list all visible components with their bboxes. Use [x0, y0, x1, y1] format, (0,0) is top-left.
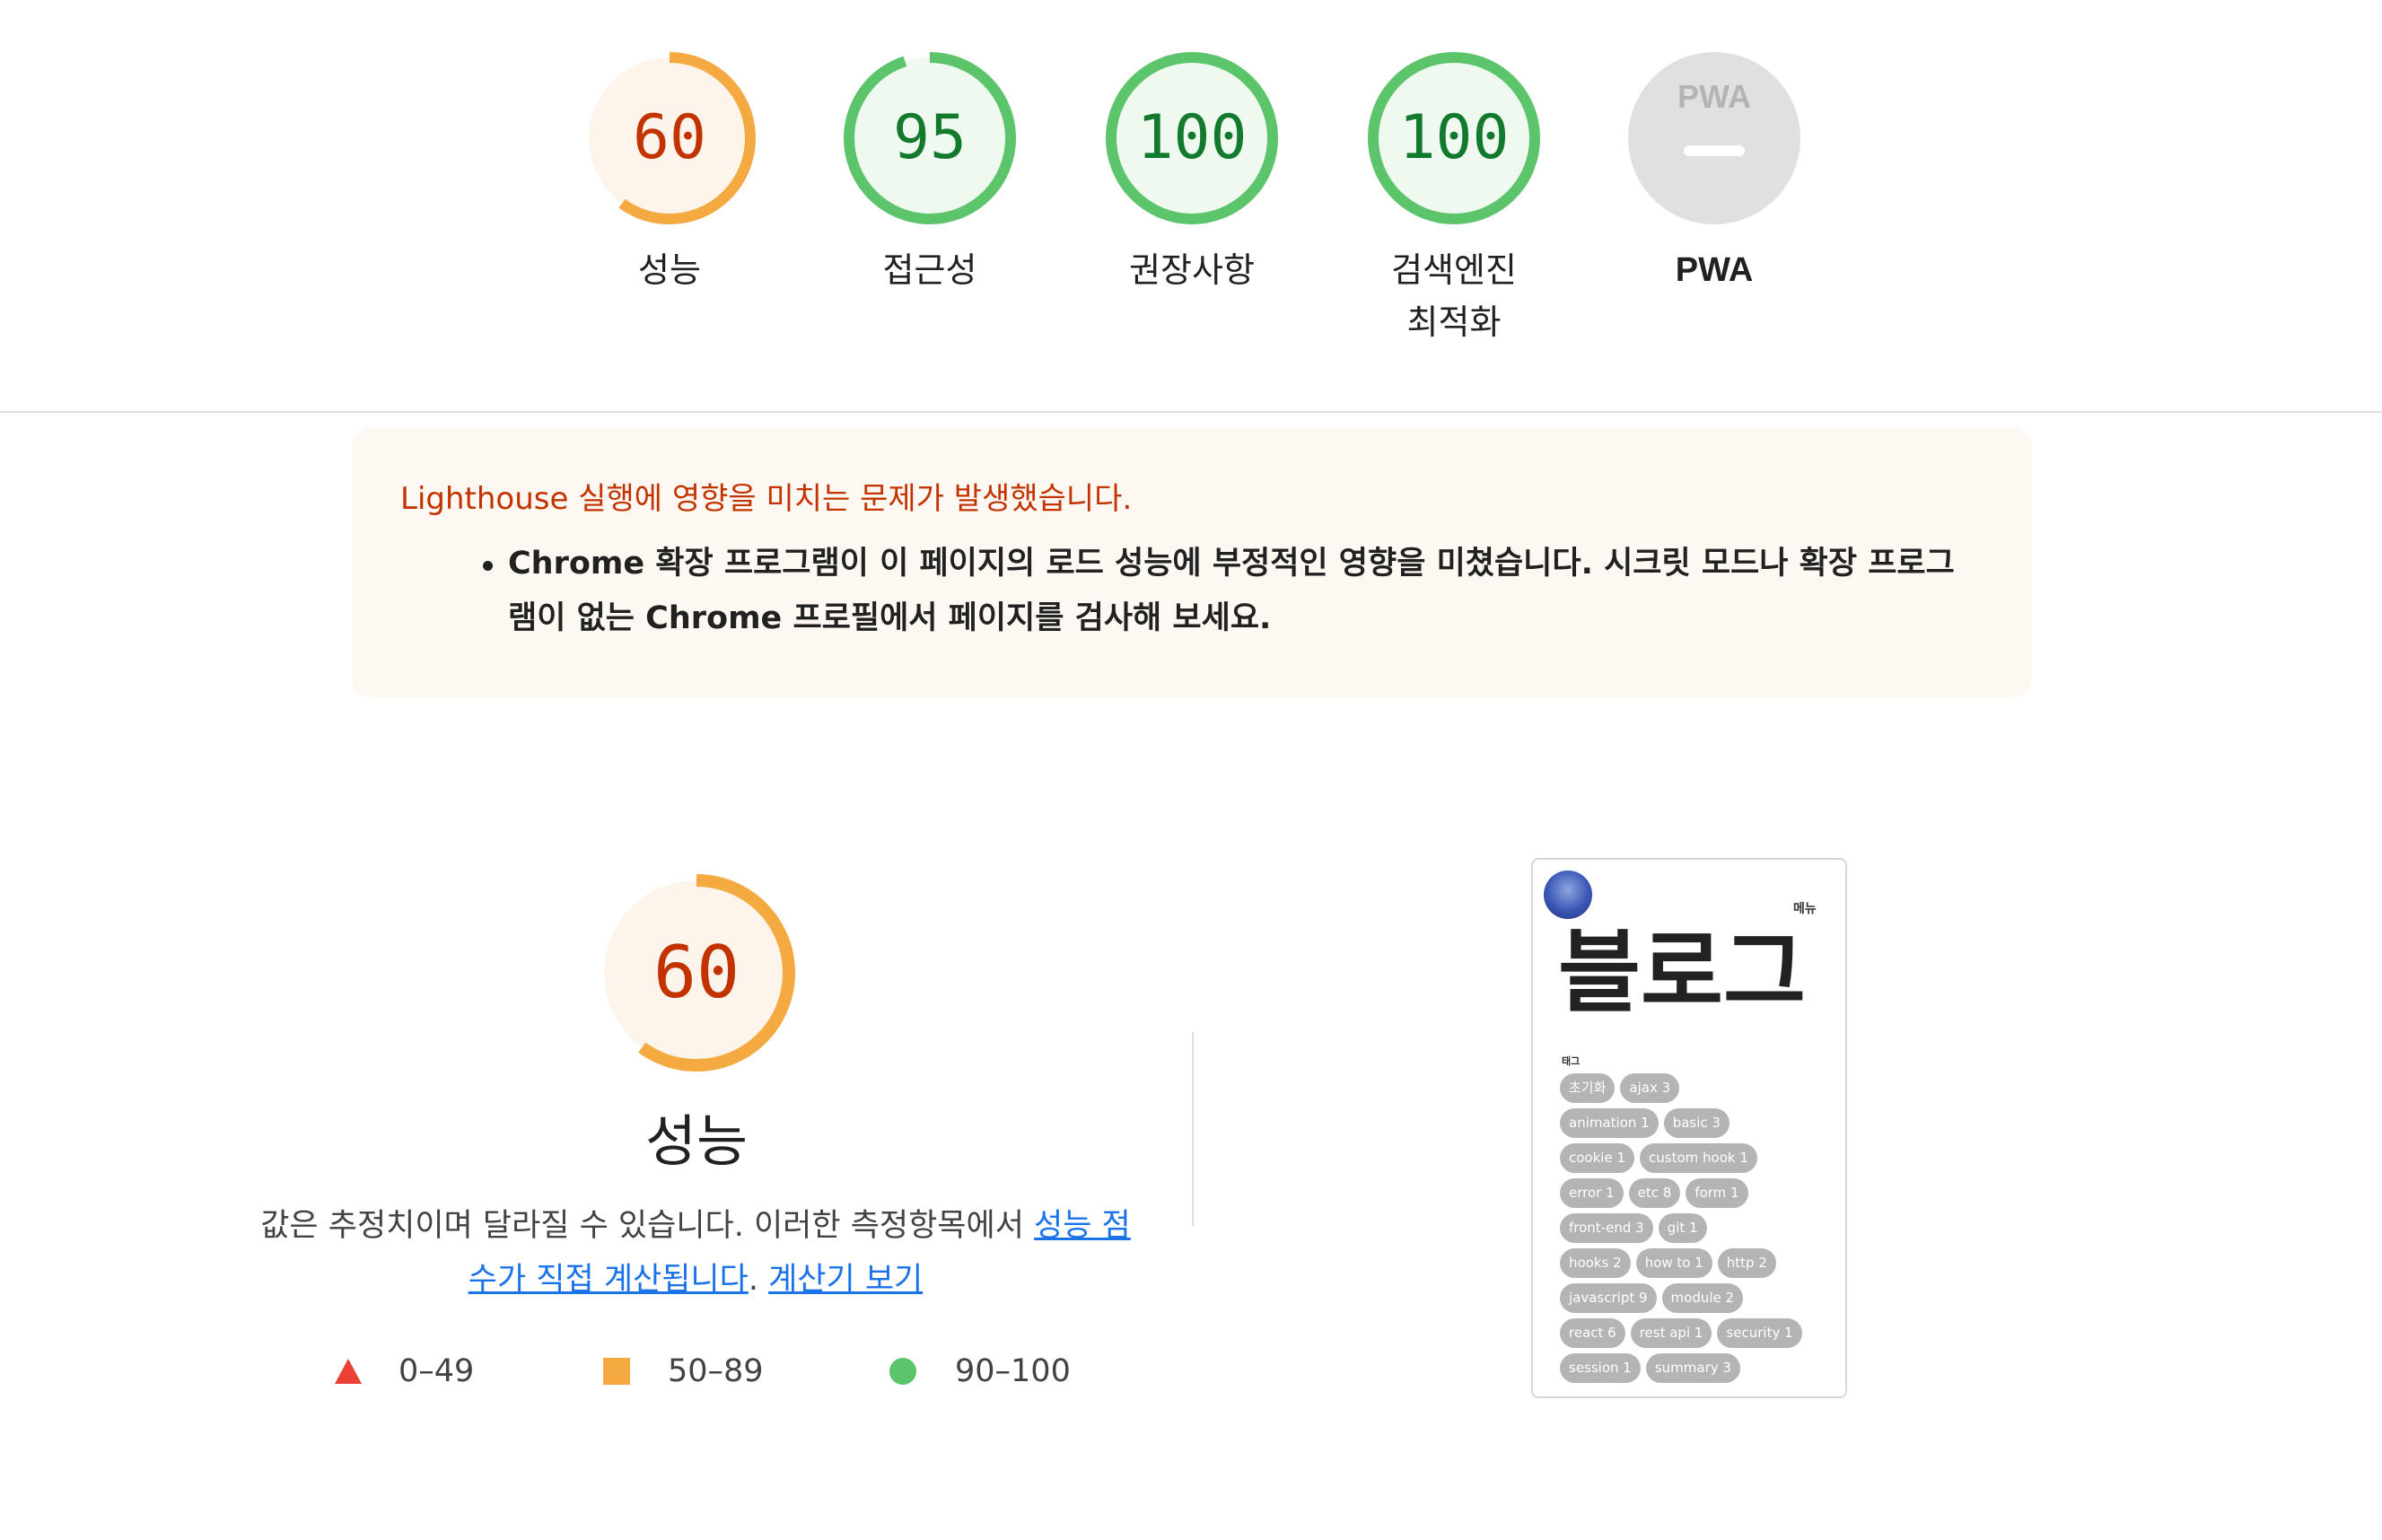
tag-row: error 1 etc 8 form 1	[1560, 1178, 1829, 1208]
performance-detail-gauge: 60	[596, 872, 797, 1073]
square-icon	[603, 1358, 630, 1385]
performance-detail-score: 60	[652, 931, 740, 1014]
tag-chip: 초기화	[1560, 1073, 1616, 1103]
tag-row: javascript 9 module 2	[1560, 1283, 1829, 1313]
legend-pass: 90–100	[889, 1353, 1071, 1389]
gauge-accessibility[interactable]: 95 접근성	[831, 50, 1029, 296]
tag-chip: javascript 9	[1560, 1283, 1657, 1313]
tag-chip: animation 1	[1560, 1108, 1659, 1138]
menu-label: 메뉴	[1793, 902, 1817, 916]
runtime-warning-box: Lighthouse 실행에 영향을 미치는 문제가 발생했습니다. Chrom…	[352, 427, 2032, 698]
warning-list: Chrome 확장 프로그램이 이 페이지의 로드 성능에 부정적인 영향을 미…	[400, 537, 1984, 646]
gauge-best-practices[interactable]: 100 권장사항	[1093, 50, 1291, 296]
tag-chip: summary 3	[1645, 1353, 1740, 1383]
tag-section-label: 태그	[1562, 1055, 1581, 1067]
category-gauges: 60 성능 95 접근성 100 권장사항 100 검색엔진 최적화 PWA P…	[0, 50, 2382, 373]
tag-chip: ajax 3	[1620, 1073, 1680, 1103]
tag-chip: module 2	[1661, 1283, 1744, 1313]
tag-chip: how to 1	[1635, 1248, 1712, 1278]
performance-description: 값은 추정치이며 달라질 수 있습니다. 이러한 측정항목에서 성능 점수가 직…	[251, 1199, 1140, 1307]
section-divider	[0, 411, 2382, 413]
gauge-accessibility-score: 95	[893, 102, 967, 173]
tag-row: hooks 2 how to 1 http 2	[1560, 1248, 1829, 1278]
tag-chip: error 1	[1560, 1178, 1624, 1208]
tag-row: session 1 summary 3	[1560, 1353, 1829, 1383]
tag-chip: git 1	[1658, 1213, 1707, 1243]
avatar	[1544, 871, 1592, 919]
tag-chip: etc 8	[1628, 1178, 1681, 1208]
gauge-best-practices-label: 권장사항	[1129, 250, 1255, 290]
circle-icon	[889, 1358, 916, 1385]
pwa-badge-icon: PWA	[1628, 52, 1800, 224]
tag-chip: custom hook 1	[1640, 1143, 1757, 1173]
legend-average: 50–89	[603, 1353, 764, 1389]
triangle-icon	[335, 1359, 362, 1384]
tag-chip: security 1	[1717, 1318, 1802, 1348]
tag-row: cookie 1 custom hook 1	[1560, 1143, 1829, 1173]
tag-row: front-end 3 git 1	[1560, 1213, 1829, 1243]
blog-title: 블로그	[1558, 920, 1806, 1025]
tag-chip: http 2	[1717, 1248, 1776, 1278]
vertical-divider	[1192, 1032, 1194, 1226]
tag-chip: front-end 3	[1560, 1213, 1653, 1243]
tag-row: 초기화 ajax 3	[1560, 1073, 1829, 1103]
tag-chip: rest api 1	[1630, 1318, 1712, 1348]
warning-item: Chrome 확장 프로그램이 이 페이지의 로드 성능에 부정적인 영향을 미…	[483, 537, 1984, 646]
tag-chip: session 1	[1560, 1353, 1641, 1383]
pwa-badge-text: PWA	[1677, 78, 1751, 115]
tag-list: 초기화 ajax 3 animation 1 basic 3 cookie 1 custo…	[1560, 1073, 1829, 1388]
legend-average-range: 50–89	[668, 1353, 764, 1389]
gauge-performance-label: 성능	[638, 250, 701, 290]
tag-row: animation 1 basic 3	[1560, 1108, 1829, 1138]
gauge-seo[interactable]: 100 검색엔진 최적화	[1355, 50, 1553, 348]
tag-row: react 6 rest api 1 security 1	[1560, 1318, 1829, 1348]
final-screenshot[interactable]: 메뉴 블로그 태그 초기화 ajax 3 animation 1 basic 3 coo…	[1531, 858, 1847, 1398]
gauge-performance-score: 60	[633, 102, 706, 173]
performance-desc-separator: .	[748, 1262, 769, 1298]
legend-pass-range: 90–100	[955, 1353, 1071, 1389]
gauge-best-practices-score: 100	[1136, 102, 1248, 173]
gauge-seo-score: 100	[1398, 102, 1510, 173]
gauge-seo-label-line2: 최적화	[1406, 302, 1502, 342]
tag-chip: hooks 2	[1560, 1248, 1631, 1278]
legend-fail-range: 0–49	[398, 1353, 475, 1389]
performance-title: 성능	[644, 1108, 749, 1174]
gauge-seo-label-line1: 검색엔진	[1391, 250, 1517, 290]
tag-chip: basic 3	[1663, 1108, 1730, 1138]
gauge-seo-label: 검색엔진 최적화	[1355, 244, 1553, 348]
warning-title: Lighthouse 실행에 영향을 미치는 문제가 발생했습니다.	[400, 481, 1133, 517]
gauge-pwa[interactable]: PWA PWA	[1616, 50, 1813, 296]
calculator-link[interactable]: 계산기 보기	[768, 1262, 923, 1298]
pwa-dash-icon	[1684, 145, 1745, 156]
gauge-performance[interactable]: 60 성능	[571, 50, 768, 296]
tag-chip: form 1	[1686, 1178, 1748, 1208]
gauge-accessibility-label: 접근성	[882, 250, 977, 290]
performance-desc-text: 값은 추정치이며 달라질 수 있습니다. 이러한 측정항목에서	[260, 1208, 1035, 1244]
legend-fail: 0–49	[334, 1353, 474, 1389]
tag-chip: react 6	[1560, 1318, 1625, 1348]
tag-chip: cookie 1	[1560, 1143, 1634, 1173]
gauge-pwa-label: PWA	[1675, 251, 1754, 289]
